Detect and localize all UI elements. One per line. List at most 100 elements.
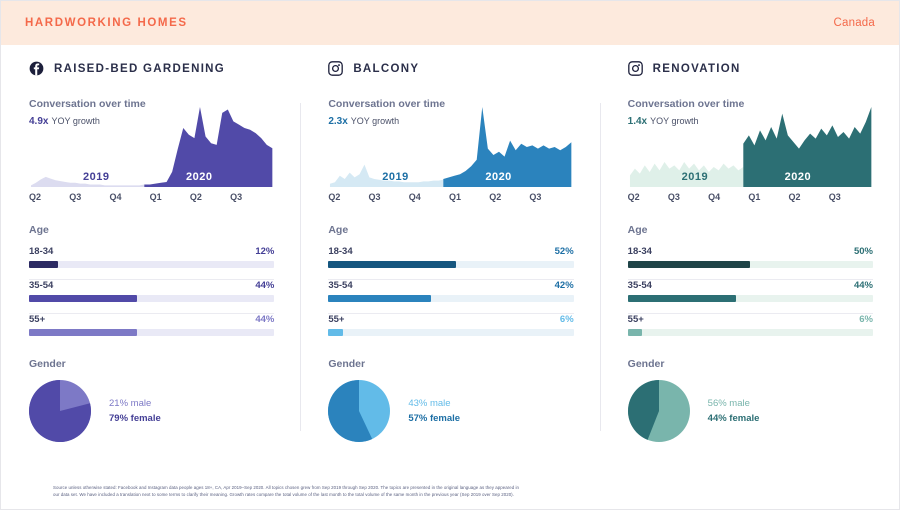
age-row-header: 55+ 44%: [29, 314, 274, 325]
footnote-line-1: Source unless otherwise stated: Facebook…: [53, 484, 519, 490]
age-bar-track: [29, 261, 275, 268]
age-bracket-label: 35-54: [328, 280, 353, 291]
gender-legend: 56% male 44% female: [708, 394, 760, 428]
age-bar-fill: [29, 261, 59, 268]
age-row-header: 35-54 42%: [328, 280, 573, 291]
year-label-2020: 2020: [485, 171, 512, 183]
age-bar-track: [627, 329, 873, 336]
age-bar-track: [328, 329, 574, 336]
age-bracket-label: 35-54: [29, 280, 54, 291]
facebook-icon: [29, 61, 44, 76]
conversation-area-chart: [330, 107, 572, 187]
gender-pie-chart: [29, 380, 91, 442]
age-row-header: 35-54 44%: [628, 280, 873, 291]
panel-title: RENOVATION: [652, 62, 741, 75]
age-percent-value: 42%: [554, 280, 574, 291]
age-bar-fill: [627, 295, 736, 302]
age-bracket-label: 18-34: [29, 246, 54, 257]
year-label-2019: 2019: [382, 171, 409, 183]
age-bar-fill: [328, 261, 456, 268]
report-page: HARDWORKING HOMES Canada RAISED-BED GARD…: [0, 0, 900, 510]
conversation-area-chart: [629, 107, 872, 187]
panel-header: BALCONY: [328, 61, 573, 76]
panel-header: RENOVATION: [627, 61, 873, 76]
gender-section-label: Gender: [29, 358, 66, 370]
age-percent-value: 6%: [859, 314, 873, 325]
instagram-icon: [328, 61, 344, 76]
chart-x-axis: Q2 Q3 Q4 Q1 Q2 Q3: [328, 192, 573, 202]
age-bar-fill: [29, 329, 137, 336]
axis-tick-q1: Q1: [149, 192, 162, 202]
footnote-line-2: our data set. We have included a transla…: [53, 492, 514, 498]
panel-container: RAISED-BED GARDENING Conversation over ti…: [1, 45, 899, 449]
conversation-area-chart: [30, 107, 273, 187]
gender-male-label: 56% male: [707, 398, 750, 409]
gender-area: 21% male 79% female: [29, 380, 274, 442]
age-row: 55+ 44%: [29, 314, 275, 336]
panel-raised-bed-gardening: RAISED-BED GARDENING Conversation over ti…: [1, 61, 300, 449]
year-label-2020: 2020: [784, 171, 812, 183]
age-row: 18-34 50%: [627, 246, 873, 268]
axis-tick-q3: Q3: [529, 192, 542, 202]
panel-title: RAISED-BED GARDENING: [54, 62, 226, 75]
gender-legend: 21% male 79% female: [109, 394, 161, 428]
age-bracket-label: 18-34: [627, 246, 652, 257]
age-bar-track: [29, 295, 275, 302]
gender-area: 56% male 44% female: [627, 380, 873, 442]
age-row: 18-34 52%: [328, 246, 574, 268]
axis-tick-q2: Q2: [189, 192, 202, 202]
axis-tick-q2: Q2: [489, 192, 502, 202]
age-bracket-label: 55+: [29, 314, 46, 325]
panel-title: BALCONY: [353, 62, 420, 75]
page-header: HARDWORKING HOMES Canada: [1, 1, 899, 45]
age-bar-fill: [627, 261, 751, 268]
panel-balcony: BALCONY Conversation over time 2.3x YOY gro…: [300, 61, 599, 449]
chart-area: 2019 2020: [628, 103, 873, 189]
axis-tick-q3: Q3: [667, 192, 680, 202]
axis-tick-q1: Q1: [448, 192, 461, 202]
age-percent-value: 44%: [255, 280, 275, 291]
axis-tick-q2: Q2: [328, 192, 341, 202]
age-section-label: Age: [29, 224, 49, 236]
age-row: 35-54 44%: [627, 280, 873, 302]
age-bar-track: [627, 261, 873, 268]
instagram-icon: [627, 61, 643, 76]
age-percent-value: 44%: [255, 314, 275, 325]
age-row-header: 35-54 44%: [29, 280, 274, 291]
gender-female-label: 57% female: [408, 413, 461, 424]
age-percent-value: 6%: [559, 314, 574, 325]
gender-section-label: Gender: [627, 358, 665, 370]
gender-area: 43% male 57% female: [328, 380, 573, 442]
age-row-header: 55+ 6%: [328, 314, 573, 325]
gender-male-label: 43% male: [408, 398, 451, 409]
page-title: HARDWORKING HOMES: [25, 17, 188, 29]
footer: Source unless otherwise stated: Facebook…: [1, 484, 899, 509]
gender-male-label: 21% male: [109, 398, 152, 409]
gender-female-label: 44% female: [707, 413, 760, 424]
axis-tick-q2: Q2: [627, 192, 640, 202]
age-bracket-label: 55+: [328, 314, 345, 325]
axis-tick-q2: Q2: [29, 192, 42, 202]
age-row-header: 18-34 50%: [628, 246, 873, 257]
age-row: 55+ 6%: [627, 314, 873, 336]
chart-area: 2019 2020: [29, 103, 274, 189]
axis-tick-q1: Q1: [748, 192, 761, 202]
age-row-header: 18-34 12%: [29, 246, 274, 257]
age-percent-value: 12%: [255, 246, 275, 257]
region-label: Canada: [833, 17, 875, 29]
gender-pie-chart: [328, 380, 391, 442]
age-bar-track: [627, 295, 873, 302]
gender-legend: 43% male 57% female: [408, 394, 460, 428]
gender-pie-chart: [627, 380, 690, 442]
axis-tick-q4: Q4: [408, 192, 421, 202]
axis-tick-q4: Q4: [109, 192, 122, 202]
gender-female-label: 79% female: [109, 413, 161, 424]
age-row: 35-54 42%: [328, 280, 574, 302]
age-bar-track: [328, 261, 574, 268]
year-label-2020: 2020: [186, 171, 213, 183]
age-row-header: 18-34 52%: [328, 246, 573, 257]
age-bar-fill: [328, 295, 432, 302]
age-percent-value: 50%: [853, 246, 873, 257]
age-bracket-label: 18-34: [328, 246, 353, 257]
axis-tick-q4: Q4: [708, 192, 721, 202]
